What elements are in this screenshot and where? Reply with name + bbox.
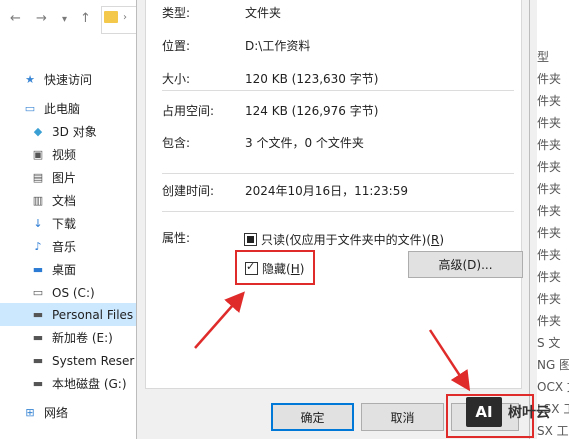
watermark-text: 树叶云 [508,405,550,421]
watermark-logo: AI [466,397,502,427]
arrow-to-apply [428,329,471,392]
watermark: AI 树叶云 [466,392,556,432]
arrow-to-hidden [194,291,245,349]
annotation-arrows [194,291,471,392]
